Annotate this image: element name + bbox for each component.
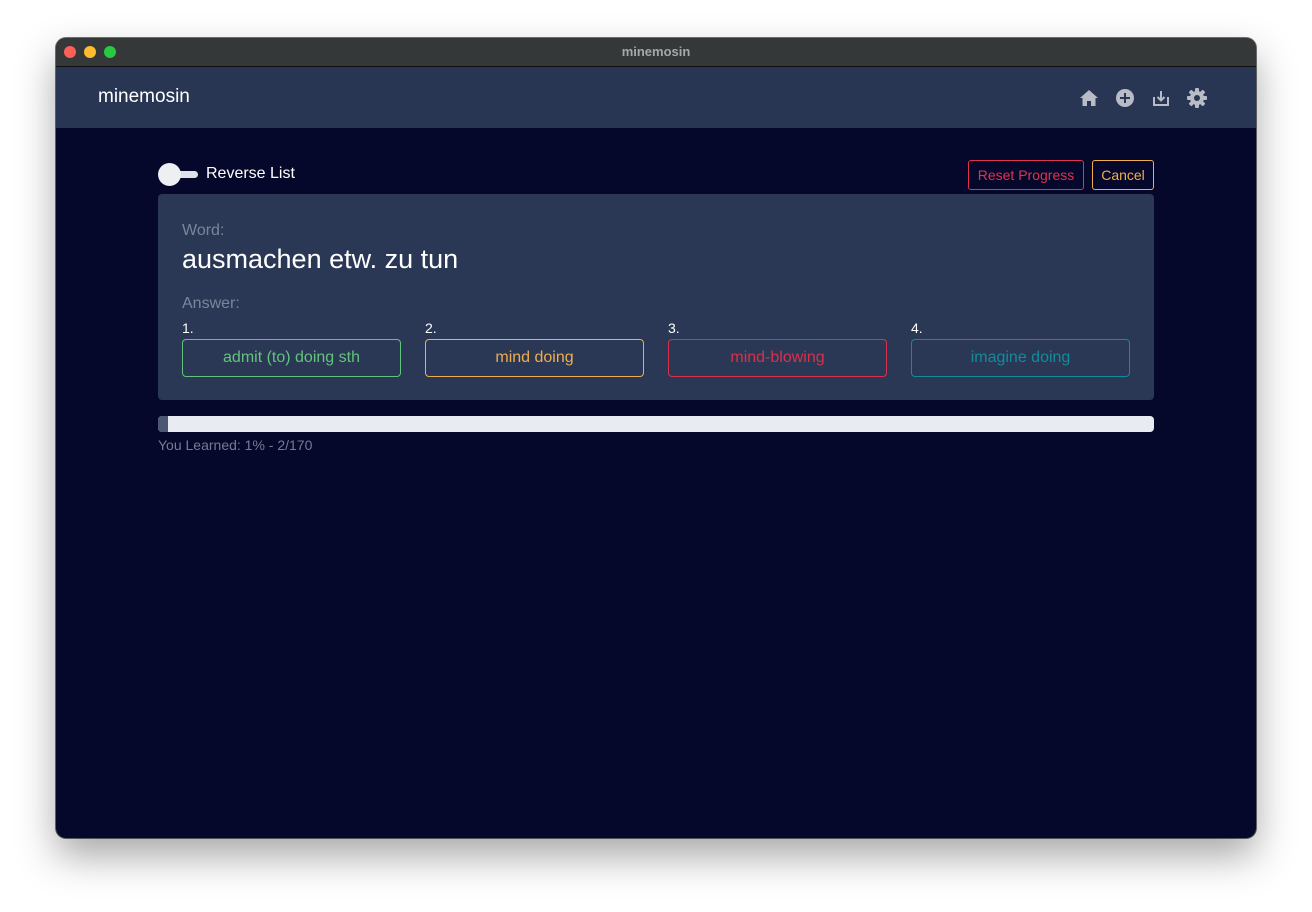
answer-option: 1. admit (to) doing sth <box>182 320 401 377</box>
answer-button-4[interactable]: imagine doing <box>911 339 1130 377</box>
nav-icons <box>1078 87 1208 109</box>
answer-button-1[interactable]: admit (to) doing sth <box>182 339 401 377</box>
answer-button-2[interactable]: mind doing <box>425 339 644 377</box>
reverse-list-toggle[interactable] <box>158 163 198 186</box>
answer-option: 4. imagine doing <box>911 320 1130 377</box>
toggle-knob <box>158 163 181 186</box>
answer-number: 2. <box>425 320 437 336</box>
app-window: minemosin minemosin Reverse List Reset P… <box>56 38 1256 838</box>
cancel-button[interactable]: Cancel <box>1092 160 1154 190</box>
answer-label: Answer: <box>182 295 240 312</box>
answer-number: 1. <box>182 320 194 336</box>
progress-fill <box>158 416 168 432</box>
gear-icon[interactable] <box>1186 87 1208 109</box>
main-content: Reverse List Reset Progress Cancel Word:… <box>158 160 1154 453</box>
answer-button-3[interactable]: mind-blowing <box>668 339 887 377</box>
progress-text: You Learned: 1% - 2/170 <box>158 437 313 453</box>
answer-option: 3. mind-blowing <box>668 320 887 377</box>
answer-options: 1. admit (to) doing sth 2. mind doing 3.… <box>182 320 1130 377</box>
learning-progress-bar <box>158 416 1154 432</box>
reverse-list-label: Reverse List <box>206 165 295 182</box>
answer-option: 2. mind doing <box>425 320 644 377</box>
download-icon[interactable] <box>1150 87 1172 109</box>
word-value: ausmachen etw. zu tun <box>182 244 459 274</box>
add-circle-icon[interactable] <box>1114 87 1136 109</box>
answer-number: 3. <box>668 320 680 336</box>
toolbar-row: Reverse List Reset Progress Cancel <box>158 160 1154 194</box>
answer-number: 4. <box>911 320 923 336</box>
window-title: minemosin <box>621 44 691 59</box>
brand-link[interactable]: minemosin <box>98 86 190 108</box>
window-titlebar[interactable]: minemosin <box>56 38 1256 67</box>
reset-progress-button[interactable]: Reset Progress <box>968 160 1084 190</box>
word-label: Word: <box>182 222 225 239</box>
quiz-card: Word: ausmachen etw. zu tun Answer: 1. a… <box>158 194 1154 400</box>
navbar: minemosin <box>56 67 1256 128</box>
home-icon[interactable] <box>1078 87 1100 109</box>
